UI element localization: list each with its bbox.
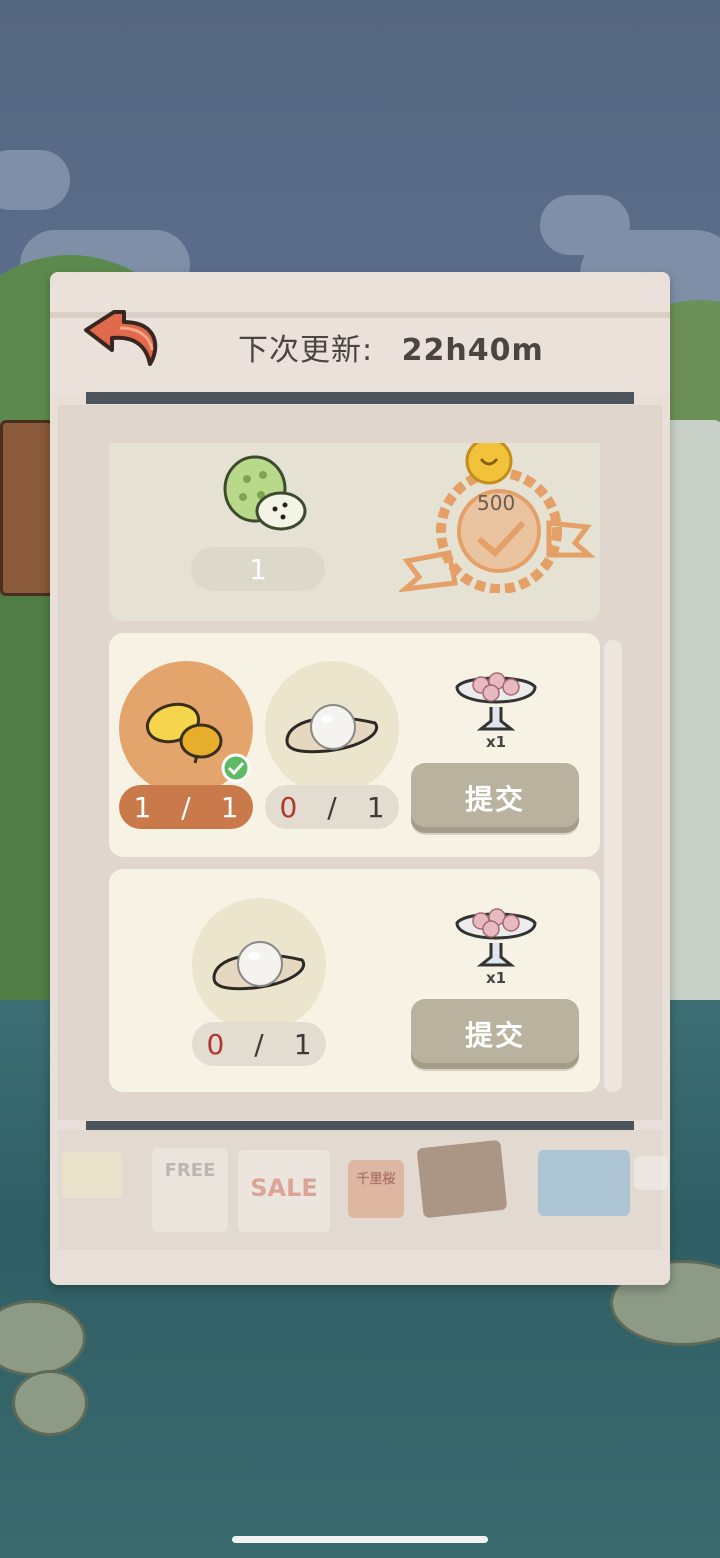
poster-sale-text: SALE [250,1174,318,1202]
item-count: 0 / 1 [265,785,399,829]
top-quantity: 1 [249,552,267,586]
coin-stamp-icon [399,443,596,593]
list-scrollbar[interactable] [604,640,622,1092]
request-card: 1 / 1 0 / 1 x1 提交 [109,633,600,857]
top-shadow-bar [86,392,634,404]
pearl-icon [212,941,306,991]
refresh-timer: 下次更新: 22h40m [238,329,544,373]
poster-blue [538,1150,630,1216]
check-icon [221,753,251,783]
request-card-completed: 1 500 [109,443,600,621]
back-arrow-icon [84,310,158,366]
reward-quantity: x1 [486,969,507,987]
count-separator: / [181,790,191,824]
submit-button[interactable]: 提交 [411,763,579,833]
item-count-completed: 1 / 1 [119,785,253,829]
need-count: 1 [293,1027,312,1061]
submit-button[interactable]: 提交 [411,999,579,1069]
poster-menu [416,1139,508,1219]
rock [12,1370,88,1436]
count-separator: / [254,1027,264,1061]
need-count: 1 [366,790,385,824]
back-button[interactable] [80,302,164,374]
coin-reward-amount: 500 [477,491,516,515]
request-card: 0 / 1 x1 提交 [109,869,600,1092]
notice-board[interactable] [0,420,54,596]
home-indicator[interactable] [232,1536,488,1543]
poster-free-text: FREE [164,1160,216,1181]
item-count: 0 / 1 [192,1022,326,1066]
count-separator: / [327,790,337,824]
poster-sale: SALE [238,1150,330,1232]
reward-quantity: x1 [486,733,507,751]
top-quantity-pill: 1 [191,547,325,591]
have-count: 0 [206,1027,225,1061]
item-slot[interactable] [192,898,326,1032]
item-slot[interactable] [265,661,399,795]
cloud [0,150,70,210]
have-count: 1 [133,790,152,824]
pearl-icon [285,704,379,754]
refresh-countdown: 22h40m [401,333,544,368]
poster-free: FREE [152,1148,228,1232]
soursop-icon [223,455,307,531]
need-count: 1 [220,790,239,824]
poster [62,1152,122,1198]
refresh-label: 下次更新: [238,333,374,368]
have-count: 0 [279,790,298,824]
poster-small [634,1156,668,1190]
poster-sakura: 千里桜 [348,1160,404,1218]
poster-strip: FREE SALE 千里桜 [58,1130,668,1250]
poster-sakura-text: 千里桜 [356,1172,396,1187]
